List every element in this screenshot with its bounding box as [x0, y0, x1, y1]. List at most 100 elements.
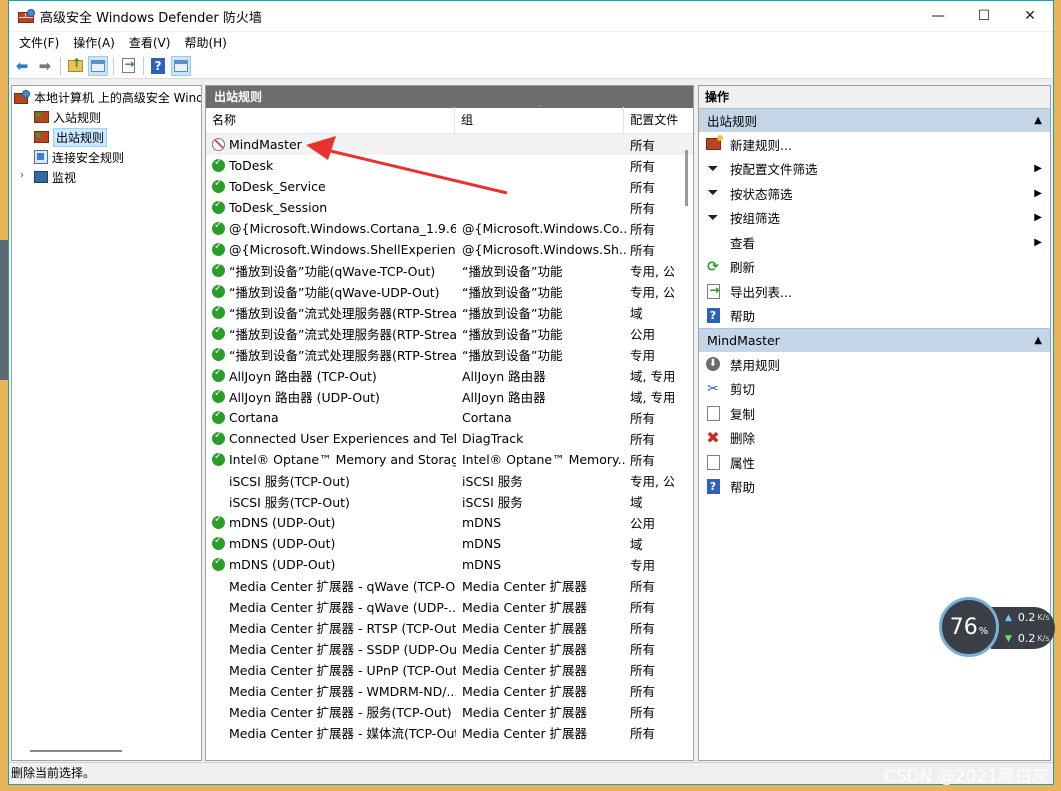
tree-item-connection-security-rules[interactable]: 连接安全规则	[34, 147, 124, 167]
menu-view[interactable]: 查看(V)	[122, 34, 178, 51]
action-section-header[interactable]: 出站规则 ▲	[699, 108, 1050, 132]
menu-file[interactable]: 文件(F)	[12, 34, 66, 51]
action-item-label: 按状态筛选	[730, 186, 793, 202]
table-row[interactable]: Media Center 扩展器 - RTSP (TCP-Out) Media C…	[206, 617, 693, 638]
action-item[interactable]: 属性	[699, 450, 1050, 475]
menu-bar: 文件(F) 操作(A) 查看(V) 帮助(H)	[9, 31, 1053, 53]
forward-arrow-icon[interactable]: ➡	[35, 56, 55, 76]
action-item-label: 刷新	[730, 260, 756, 276]
table-row[interactable]: ToDesk 所有	[206, 155, 693, 176]
table-row[interactable]: MindMaster 所有	[206, 134, 693, 155]
action-item[interactable]: 复制	[699, 401, 1050, 426]
table-row[interactable]: Media Center 扩展器 - qWave (UDP-... Media C…	[206, 596, 693, 617]
action-item-label: 删除	[730, 431, 756, 447]
table-row[interactable]: @{Microsoft.Windows.ShellExperienc... @{M…	[206, 239, 693, 260]
table-row[interactable]: iSCSI 服务(TCP-Out) iSCSI 服务 专用, 公	[206, 470, 693, 491]
show-hide-tree-icon[interactable]	[88, 55, 108, 76]
show-hide-action-pane-icon[interactable]	[171, 55, 191, 76]
action-item[interactable]: 查看 ▶	[699, 230, 1050, 255]
collapse-caret-icon[interactable]: ▲	[1034, 115, 1042, 126]
back-arrow-icon[interactable]: ⬅	[12, 56, 32, 76]
table-row[interactable]: “播放到设备”功能(qWave-TCP-Out) “播放到设备”功能 专用, 公	[206, 260, 693, 281]
table-row[interactable]: mDNS (UDP-Out) mDNS 公用	[206, 512, 693, 533]
collapse-caret-icon[interactable]: ▲	[1034, 335, 1042, 346]
menu-help[interactable]: 帮助(H)	[177, 34, 233, 51]
table-row[interactable]: Intel® Optane™ Memory and Storag... Intel…	[206, 449, 693, 470]
tree-root[interactable]: 本地计算机 上的高级安全 Windows Defender 防火墙	[14, 87, 201, 107]
action-item-label: 查看	[730, 235, 756, 251]
column-header-profile[interactable]: 配置文件	[624, 107, 693, 133]
action-item[interactable]: ? 帮助	[699, 475, 1050, 500]
rule-name-cell: mDNS (UDP-Out)	[206, 536, 456, 551]
action-item[interactable]: ⏷ 按状态筛选 ▶	[699, 181, 1050, 206]
action-item[interactable]: 导出列表...	[699, 279, 1050, 304]
action-section-header[interactable]: MindMaster ▲	[699, 328, 1050, 352]
tree-horizontal-scrollbar[interactable]	[30, 750, 122, 752]
table-row[interactable]: “播放到设备”流式处理服务器(RTP-Strea... “播放到设备”功能 公用	[206, 323, 693, 344]
status-text: 删除当前选择。	[11, 766, 96, 780]
help-icon: ?	[705, 479, 721, 495]
rule-name-cell: iSCSI 服务(TCP-Out)	[206, 471, 456, 490]
column-header-name[interactable]: 名称	[206, 107, 455, 133]
table-row[interactable]: Media Center 扩展器 - 媒体流(TCP-Out) Media Cen…	[206, 722, 693, 743]
action-item[interactable]: ⏷ 按组筛选 ▶	[699, 206, 1050, 231]
table-row[interactable]: mDNS (UDP-Out) mDNS 域	[206, 533, 693, 554]
enabled-check-icon	[212, 179, 225, 193]
table-row[interactable]: Media Center 扩展器 - 服务(TCP-Out) Media Cent…	[206, 701, 693, 722]
rule-profile: 所有	[630, 243, 656, 258]
tree-item-inbound-rules[interactable]: 入站规则	[34, 107, 101, 127]
table-row[interactable]: Cortana Cortana 所有	[206, 407, 693, 428]
rule-name: “播放到设备”流式处理服务器(RTP-Strea...	[229, 327, 456, 342]
properties-icon	[705, 454, 721, 470]
close-button[interactable]: ✕	[1007, 1, 1053, 31]
table-row[interactable]: Media Center 扩展器 - UPnP (TCP-Out) Media C…	[206, 659, 693, 680]
enabled-check-icon	[212, 515, 225, 529]
table-row[interactable]: “播放到设备”功能(qWave-UDP-Out) “播放到设备”功能 专用, 公	[206, 281, 693, 302]
rule-group: Media Center 扩展器	[462, 663, 588, 678]
menu-action[interactable]: 操作(A)	[66, 34, 122, 51]
table-row[interactable]: AllJoyn 路由器 (UDP-Out) AllJoyn 路由器 域, 专用	[206, 386, 693, 407]
submenu-arrow-icon: ▶	[1034, 212, 1042, 224]
table-row[interactable]: Media Center 扩展器 - WMDRM-ND/... Media Cen…	[206, 680, 693, 701]
export-list-icon[interactable]	[118, 56, 138, 76]
rules-vertical-scrollbar[interactable]	[685, 150, 688, 206]
action-item-label: 新建规则...	[730, 137, 792, 153]
table-row[interactable]: “播放到设备”流式处理服务器(RTP-Strea... “播放到设备”功能 域	[206, 302, 693, 323]
table-row[interactable]: mDNS (UDP-Out) mDNS 专用	[206, 554, 693, 575]
action-item[interactable]: ✖ 删除	[699, 426, 1050, 451]
rule-group: AllJoyn 路由器	[462, 390, 546, 405]
maximize-button[interactable]: ☐	[961, 1, 1007, 31]
action-item[interactable]: ? 帮助	[699, 304, 1050, 329]
table-row[interactable]: AllJoyn 路由器 (TCP-Out) AllJoyn 路由器 域, 专用	[206, 365, 693, 386]
rule-group: Media Center 扩展器	[462, 579, 588, 594]
tree-item-outbound-rules[interactable]: 出站规则	[34, 127, 108, 147]
rule-group: mDNS	[462, 536, 502, 551]
action-item[interactable]: 新建规则...	[699, 132, 1050, 157]
up-folder-icon[interactable]	[65, 56, 85, 76]
table-row[interactable]: “播放到设备”流式处理服务器(RTP-Strea... “播放到设备”功能 专用	[206, 344, 693, 365]
action-item[interactable]: ⬇ 禁用规则	[699, 352, 1050, 377]
table-row[interactable]: Media Center 扩展器 - qWave (TCP-O... Media …	[206, 575, 693, 596]
rule-group: “播放到设备”功能	[462, 327, 563, 342]
delete-icon: ✖	[706, 428, 720, 448]
rule-name: iSCSI 服务(TCP-Out)	[229, 495, 350, 510]
rule-group: Media Center 扩展器	[462, 642, 588, 657]
export-list-icon	[705, 283, 721, 299]
action-item[interactable]: ⏷ 按配置文件筛选 ▶	[699, 157, 1050, 182]
rule-name: Media Center 扩展器 - 媒体流(TCP-Out)	[229, 726, 456, 741]
expand-chevron-icon[interactable]: ›	[20, 170, 24, 181]
table-row[interactable]: ToDesk_Session 所有	[206, 197, 693, 218]
tree-item-monitoring[interactable]: 监视	[34, 167, 76, 187]
table-row[interactable]: iSCSI 服务(TCP-Out) iSCSI 服务 域	[206, 491, 693, 512]
help-icon[interactable]: ?	[148, 56, 168, 76]
table-row[interactable]: Media Center 扩展器 - SSDP (UDP-Out) Media C…	[206, 638, 693, 659]
table-row[interactable]: @{Microsoft.Windows.Cortana_1.9.6.... @{M…	[206, 218, 693, 239]
action-item[interactable]: ⟳ 刷新	[699, 255, 1050, 280]
network-speed-widget[interactable]: ▲ 0.2 K/s ▼ 0.2 K/s 76%	[939, 597, 1055, 659]
action-item-label: 属性	[730, 455, 756, 471]
table-row[interactable]: Connected User Experiences and Tel... Dia…	[206, 428, 693, 449]
action-item[interactable]: ✂ 剪切	[699, 377, 1050, 402]
table-row[interactable]: ToDesk_Service 所有	[206, 176, 693, 197]
disabled-rule-icon	[212, 726, 225, 739]
minimize-button[interactable]: —	[915, 1, 961, 31]
